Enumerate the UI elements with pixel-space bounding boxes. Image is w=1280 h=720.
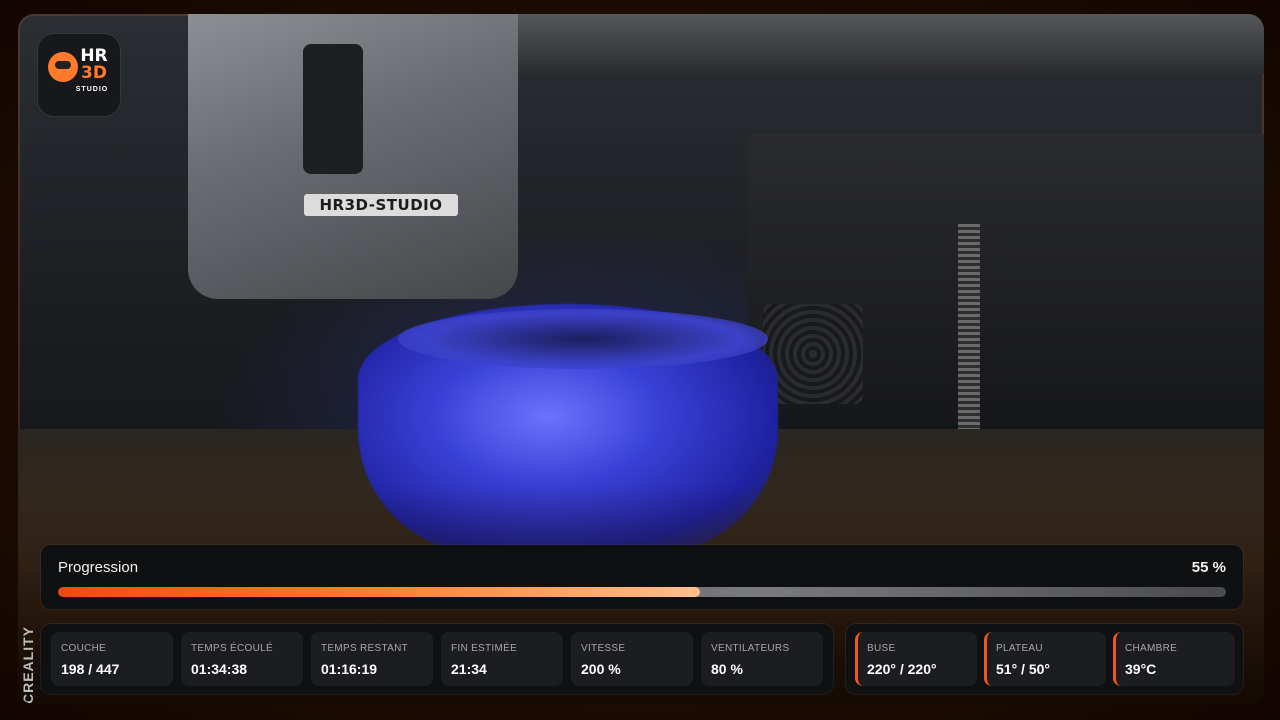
stat-label: TEMPS RESTANT (321, 643, 409, 654)
temp-card-bed: PLATEAU 51° / 50° (984, 632, 1106, 686)
stat-card-layer: COUCHE 198 / 447 (51, 632, 173, 686)
logo-text: HR 3D (72, 48, 116, 82)
stat-card-speed: VITESSE 200 % (571, 632, 693, 686)
progress-bar (58, 587, 1226, 597)
stat-label: FIN ESTIMÉE (451, 643, 518, 654)
stat-value: 198 / 447 (61, 661, 120, 677)
lead-screw (958, 224, 980, 464)
fan-icon (763, 304, 863, 404)
printer-top-rail (448, 14, 1264, 74)
temp-label: PLATEAU (996, 643, 1043, 654)
stat-value: 01:34:38 (191, 661, 248, 677)
app-frame: HR3D-STUDIO CREALITY HR 3D STUDIO Progre… (0, 0, 1280, 720)
stat-label: TEMPS ÉCOULÉ (191, 643, 273, 654)
temperature-panel: BUSE 220° / 220° PLATEAU 51° / 50° CHAMB… (846, 624, 1243, 694)
stat-label: VITESSE (581, 643, 626, 654)
stat-card-elapsed: TEMPS ÉCOULÉ 01:34:38 (181, 632, 303, 686)
stat-card-fans: VENTILATEURS 80 % (701, 632, 823, 686)
temp-label: BUSE (867, 643, 896, 654)
stat-value: 21:34 (451, 661, 487, 677)
stat-value: 01:16:19 (321, 661, 378, 677)
print-head-nameplate: HR3D-STUDIO (304, 194, 458, 216)
stat-value: 200 % (581, 661, 621, 677)
stat-card-remaining: TEMPS RESTANT 01:16:19 (311, 632, 433, 686)
temp-card-chamber: CHAMBRE 39°C (1113, 632, 1235, 686)
progress-panel: Progression 55 % (41, 545, 1243, 609)
print-head-slot (303, 44, 363, 174)
progress-value: 55 % (1191, 559, 1226, 576)
temp-card-nozzle: BUSE 220° / 220° (855, 632, 977, 686)
stat-card-eta: FIN ESTIMÉE 21:34 (441, 632, 563, 686)
temp-value: 39°C (1125, 661, 1157, 677)
stat-value: 80 % (711, 661, 743, 677)
print-stats-panel: COUCHE 198 / 447 TEMPS ÉCOULÉ 01:34:38 T… (41, 624, 833, 694)
logo-subtitle: STUDIO (75, 86, 109, 93)
stat-label: COUCHE (61, 643, 107, 654)
progress-bar-fill (58, 587, 701, 597)
temp-value: 51° / 50° (996, 661, 1051, 677)
stat-label: VENTILATEURS (711, 643, 790, 654)
temp-value: 220° / 220° (867, 661, 937, 677)
print-head (188, 14, 518, 299)
temp-label: CHAMBRE (1125, 643, 1178, 654)
studio-logo: HR 3D STUDIO (38, 34, 120, 116)
printer-brand-text: CREALITY (20, 626, 36, 704)
logo-line-2: 3D (81, 63, 107, 83)
progress-label: Progression (58, 559, 139, 576)
printed-object-top (398, 309, 768, 369)
